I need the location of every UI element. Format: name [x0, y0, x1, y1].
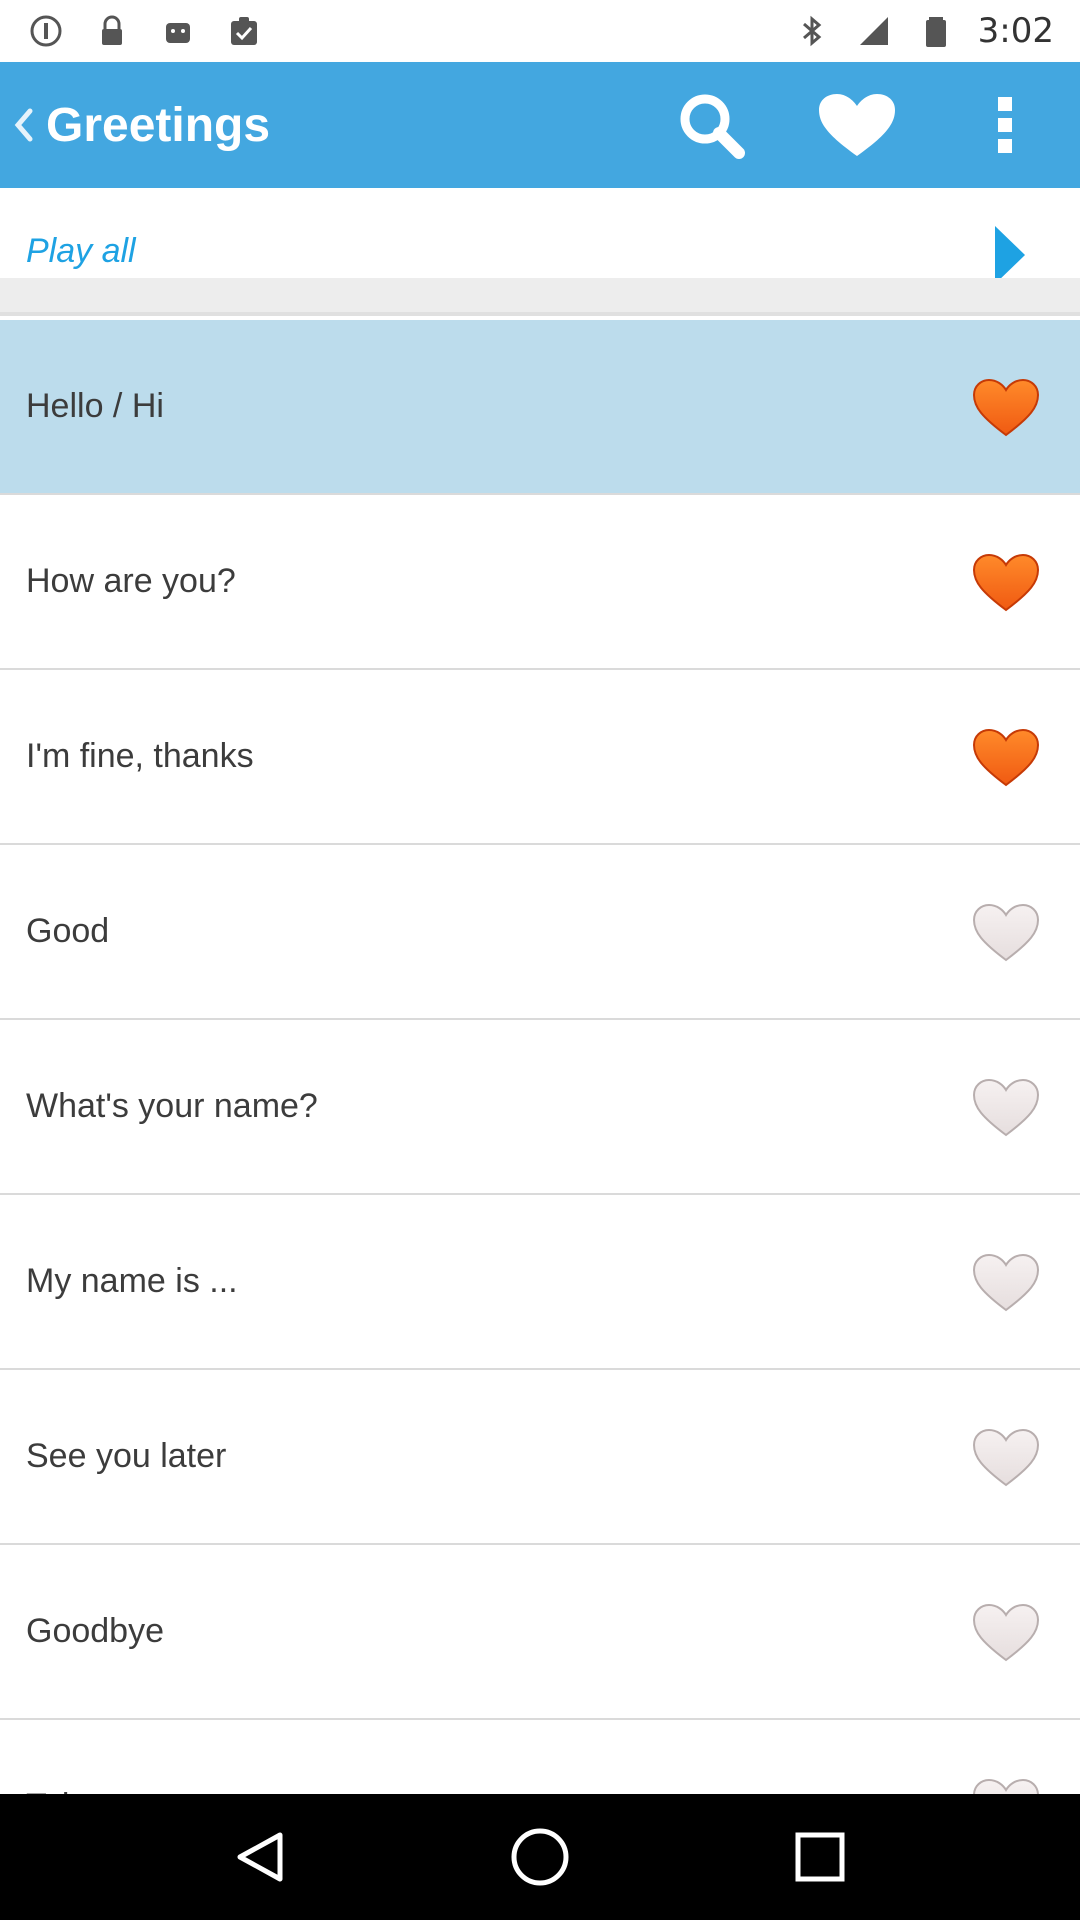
list-item[interactable]: My name is ... — [0, 1195, 1080, 1370]
play-all-row[interactable]: Play all — [0, 188, 1080, 284]
overflow-menu-button[interactable] — [930, 62, 1080, 188]
lock-icon — [92, 11, 132, 51]
list-item[interactable]: Goodbye — [0, 1545, 1080, 1720]
list-item[interactable]: Good — [0, 845, 1080, 1020]
clipboard-check-icon — [224, 11, 264, 51]
bluetooth-icon — [792, 11, 832, 51]
navigation-bar — [0, 1794, 1080, 1920]
heart-icon — [819, 94, 895, 156]
overflow-menu-icon — [998, 97, 1012, 153]
list-item[interactable]: How are you? — [0, 495, 1080, 670]
battery-icon — [916, 11, 956, 51]
phrase-text[interactable]: Good — [26, 912, 109, 951]
phrase-text[interactable]: What's your name? — [26, 1087, 318, 1126]
nav-back-button[interactable] — [220, 1817, 300, 1897]
favorite-heart-filled-icon[interactable] — [972, 727, 1040, 787]
phrase-text[interactable]: Hello / Hi — [26, 387, 164, 426]
android-icon — [158, 11, 198, 51]
play-all-label[interactable]: Play all — [26, 232, 136, 271]
nav-recents-button[interactable] — [780, 1817, 860, 1897]
favorite-heart-empty-icon[interactable] — [972, 1252, 1040, 1312]
nav-home-button[interactable] — [500, 1817, 580, 1897]
list-item[interactable]: Hello / Hi — [0, 320, 1080, 495]
search-button[interactable] — [638, 62, 784, 188]
favorite-heart-empty-icon[interactable] — [972, 1077, 1040, 1137]
phrase-text[interactable]: I'm fine, thanks — [26, 737, 254, 776]
back-icon — [237, 1832, 283, 1882]
favorite-heart-empty-icon[interactable] — [972, 1602, 1040, 1662]
favorite-heart-empty-icon[interactable] — [972, 1427, 1040, 1487]
status-bar: 3:02 — [0, 0, 1080, 62]
phrase-text[interactable]: See you later — [26, 1437, 226, 1476]
home-icon — [511, 1828, 569, 1886]
favorites-button[interactable] — [784, 62, 930, 188]
favorite-heart-filled-icon[interactable] — [972, 377, 1040, 437]
list-item[interactable]: See you later — [0, 1370, 1080, 1545]
phrase-list[interactable]: Hello / Hi How are you? I'm fine, thanks Go… — [0, 320, 1080, 1794]
signal-icon — [854, 11, 894, 51]
recents-icon — [795, 1832, 845, 1882]
status-time: 3:02 — [977, 11, 1054, 51]
phrase-text[interactable]: How are you? — [26, 562, 236, 601]
phrase-text[interactable]: My name is ... — [26, 1262, 238, 1301]
page-title[interactable]: Greetings — [46, 98, 270, 153]
list-item[interactable]: Take care — [0, 1720, 1080, 1794]
search-icon — [680, 94, 745, 159]
play-icon — [995, 226, 1025, 284]
sim-icon — [26, 11, 66, 51]
back-chevron-icon[interactable] — [6, 62, 40, 188]
list-item[interactable]: I'm fine, thanks — [0, 670, 1080, 845]
favorite-heart-filled-icon[interactable] — [972, 552, 1040, 612]
favorite-heart-empty-icon[interactable] — [972, 902, 1040, 962]
phrase-text[interactable]: Take care — [26, 1787, 173, 1794]
phrase-text[interactable]: Goodbye — [26, 1612, 164, 1651]
section-divider — [0, 278, 1080, 316]
app-bar: Greetings — [0, 62, 1080, 188]
favorite-heart-empty-icon[interactable] — [972, 1777, 1040, 1794]
list-item[interactable]: What's your name? — [0, 1020, 1080, 1195]
